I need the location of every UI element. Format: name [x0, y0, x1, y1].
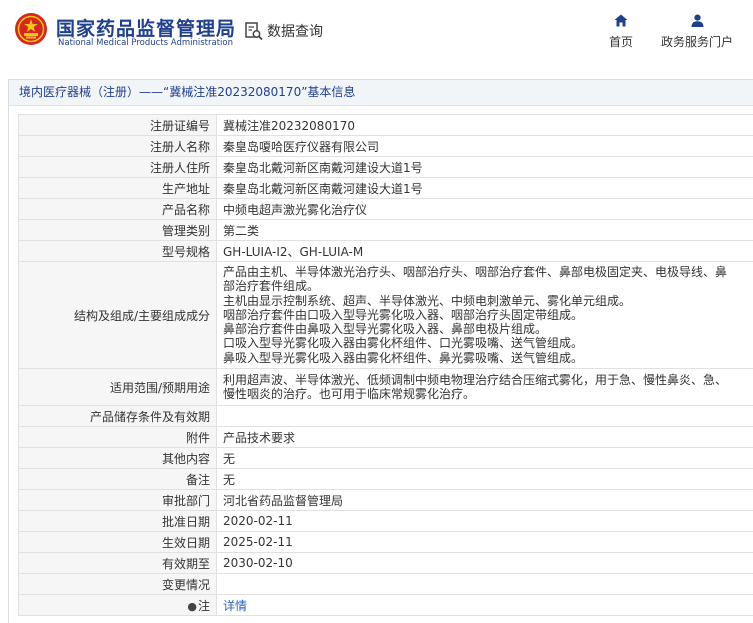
table-row: 适用范围/预期用途 利用超声波、半导体激光、低频调制中频电物理治疗结合压缩式雾化… [18, 368, 753, 406]
row-value: 产品技术要求 [216, 426, 753, 448]
row-value: 秦皇岛北戴河新区南戴河建设大道1号 [216, 156, 753, 178]
table-row: 管理类别 第二类 [18, 219, 753, 241]
text-line: 产品由主机、半导体激光治疗头、咽部治疗头、咽部治疗套件、鼻部电极固定夹、电极导线… [223, 265, 728, 280]
row-label: 型号规格 [18, 240, 217, 262]
note-label: 注 [197, 598, 210, 613]
row-value: 无 [216, 447, 753, 469]
row-value: 河北省药品监督管理局 [216, 489, 753, 511]
emblem-icon [15, 13, 47, 45]
row-value: 利用超声波、半导体激光、低频调制中频电物理治疗结合压缩式雾化，用于急、慢性鼻炎、… [216, 368, 753, 406]
table-row: 型号规格 GH-LUIA-Ⅰ2、GH-LUIA-M [18, 240, 753, 262]
row-value: 2020-02-11 [216, 510, 753, 532]
row-value: 产品由主机、半导体激光治疗头、咽部治疗头、咽部治疗套件、鼻部电极固定夹、电极导线… [216, 261, 753, 369]
site-title-en: National Medical Products Administration [58, 38, 233, 48]
text-line: 鼻吸入型导光雾化吸入器由雾化杯组件、鼻光雾吸嘴、送气管组成。 [223, 350, 584, 365]
row-value: 秦皇岛北戴河新区南戴河建设大道1号 [216, 177, 753, 199]
site-title: 国家药品监督管理局 [56, 18, 237, 40]
home-icon [614, 14, 628, 27]
table-row: 批准日期 2020-02-11 [18, 510, 753, 532]
table-row: 生产地址 秦皇岛北戴河新区南戴河建设大道1号 [18, 177, 753, 199]
row-value: 2025-02-11 [216, 531, 753, 553]
table-row: 产品名称 中频电超声激光雾化治疗仪 [18, 198, 753, 220]
row-value: 详情 [216, 594, 753, 616]
row-label: 有效期至 [18, 552, 217, 574]
row-label: 批准日期 [18, 510, 217, 532]
site-header: 国家药品监督管理局 National Medical Products Admi… [0, 0, 753, 70]
table-row: 注册人住所 秦皇岛北戴河新区南戴河建设大道1号 [18, 156, 753, 178]
table-row: 注册人名称 秦皇岛嗄哈医疗仪器有限公司 [18, 135, 753, 157]
row-label: 生产地址 [18, 177, 217, 199]
table-row: 结构及组成/主要组成成分 产品由主机、半导体激光治疗头、咽部治疗头、咽部治疗套件… [18, 261, 753, 369]
row-label: 注册证编号 [18, 114, 217, 136]
row-label: 注册人名称 [18, 135, 217, 157]
text-line: 部治疗套件组成。 [223, 279, 320, 294]
row-label: ●注 [18, 594, 217, 616]
nav-home[interactable]: 首页 [606, 14, 636, 50]
row-label: 备注 [18, 468, 217, 490]
nav-portal-label: 政务服务门户 [660, 35, 733, 49]
table-row: 其他内容 无 [18, 447, 753, 469]
table-row: 生效日期 2025-02-11 [18, 531, 753, 553]
data-query-label: 数据查询 [267, 24, 323, 40]
row-value [216, 405, 753, 427]
details-link[interactable]: 详情 [223, 599, 247, 613]
text-line: 主机由显示控制系统、超声、半导体激光、中频电刺激单元、雾化单元组成。 [223, 293, 632, 308]
row-label: 审批部门 [18, 489, 217, 511]
table-row: 备注 无 [18, 468, 753, 490]
text-line: 咽部治疗套件由口吸入型导光雾化吸入器、咽部治疗头固定带组成。 [223, 307, 584, 322]
text-line: 慢性咽炎的治疗。也可用于临床常规雾化治疗。 [223, 387, 476, 401]
nav-home-label: 首页 [608, 35, 633, 49]
row-value [216, 573, 753, 595]
table-row: 审批部门 河北省药品监督管理局 [18, 489, 753, 511]
row-value: 冀械注准20232080170 [216, 114, 753, 136]
table-row: 附件 产品技术要求 [18, 426, 753, 448]
row-label: 变更情况 [18, 573, 217, 595]
nav-service-portal[interactable]: 政务服务门户 [658, 14, 736, 50]
text-line: 鼻部治疗套件由鼻吸入型导光雾化吸入器、鼻部电极片组成。 [223, 322, 548, 337]
table-row: 有效期至 2030-02-10 [18, 552, 753, 574]
table-row: ●注 详情 [18, 594, 753, 616]
row-label: 注册人住所 [18, 156, 217, 178]
detail-panel: 境内医疗器械（注册）——“冀械注准20232080170”基本信息 注册证编号 … [8, 79, 753, 623]
row-label: 生效日期 [18, 531, 217, 553]
lightbulb-icon: ● [187, 599, 197, 613]
text-line: 利用超声波、半导体激光、低频调制中频电物理治疗结合压缩式雾化，用于急、慢性鼻炎、… [223, 372, 728, 387]
row-value: 无 [216, 468, 753, 490]
row-label: 产品储存条件及有效期 [18, 405, 217, 427]
row-label: 其他内容 [18, 447, 217, 469]
row-label: 附件 [18, 426, 217, 448]
table-row: 产品储存条件及有效期 [18, 405, 753, 427]
row-value: 2030-02-10 [216, 552, 753, 574]
search-document-icon [245, 22, 263, 41]
info-table: 注册证编号 冀械注准20232080170 注册人名称 秦皇岛嗄哈医疗仪器有限公… [18, 114, 753, 616]
row-value: 第二类 [216, 219, 753, 241]
data-query-link[interactable]: 数据查询 [244, 21, 323, 41]
table-row: 变更情况 [18, 573, 753, 595]
row-value: 中频电超声激光雾化治疗仪 [216, 198, 753, 220]
breadcrumb: 境内医疗器械（注册）——“冀械注准20232080170”基本信息 [9, 80, 753, 106]
row-label: 适用范围/预期用途 [18, 368, 217, 406]
row-value: 秦皇岛嗄哈医疗仪器有限公司 [216, 135, 753, 157]
row-label: 管理类别 [18, 219, 217, 241]
table-row: 注册证编号 冀械注准20232080170 [18, 114, 753, 136]
row-value: GH-LUIA-Ⅰ2、GH-LUIA-M [216, 240, 753, 262]
row-label: 结构及组成/主要组成成分 [18, 261, 217, 369]
user-icon [691, 14, 703, 27]
row-label: 产品名称 [18, 198, 217, 220]
text-line: 口吸入型导光雾化吸入器由雾化杯组件、口光雾吸嘴、送气管组成。 [223, 336, 584, 351]
